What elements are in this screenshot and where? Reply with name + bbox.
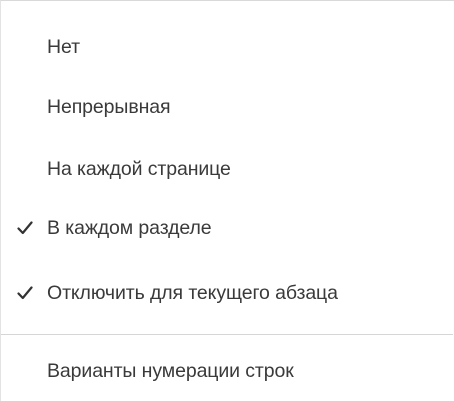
menu-item-label: Нет — [47, 35, 80, 58]
menu-item-restart-each-section[interactable]: В каждом разделе — [1, 209, 453, 247]
checkmark-icon — [13, 216, 37, 240]
checkmark-icon — [13, 281, 37, 305]
menu-item-suppress-current-paragraph[interactable]: Отключить для текущего абзаца — [1, 274, 453, 312]
menu-item-label: Отключить для текущего абзаца — [47, 281, 338, 304]
menu-item-none[interactable]: Нет — [1, 28, 453, 66]
menu-item-label: Варианты нумерации строк — [47, 359, 294, 382]
menu-item-label: На каждой странице — [47, 157, 231, 180]
menu-item-label: В каждом разделе — [47, 216, 212, 239]
line-numbering-menu: Нет Непрерывная На каждой странице В каж… — [0, 0, 454, 401]
menu-item-restart-each-page[interactable]: На каждой странице — [1, 150, 453, 188]
menu-item-label: Непрерывная — [47, 95, 171, 118]
menu-item-line-numbering-options[interactable]: Варианты нумерации строк — [1, 352, 453, 390]
menu-separator — [1, 334, 453, 335]
menu-item-continuous[interactable]: Непрерывная — [1, 88, 453, 126]
